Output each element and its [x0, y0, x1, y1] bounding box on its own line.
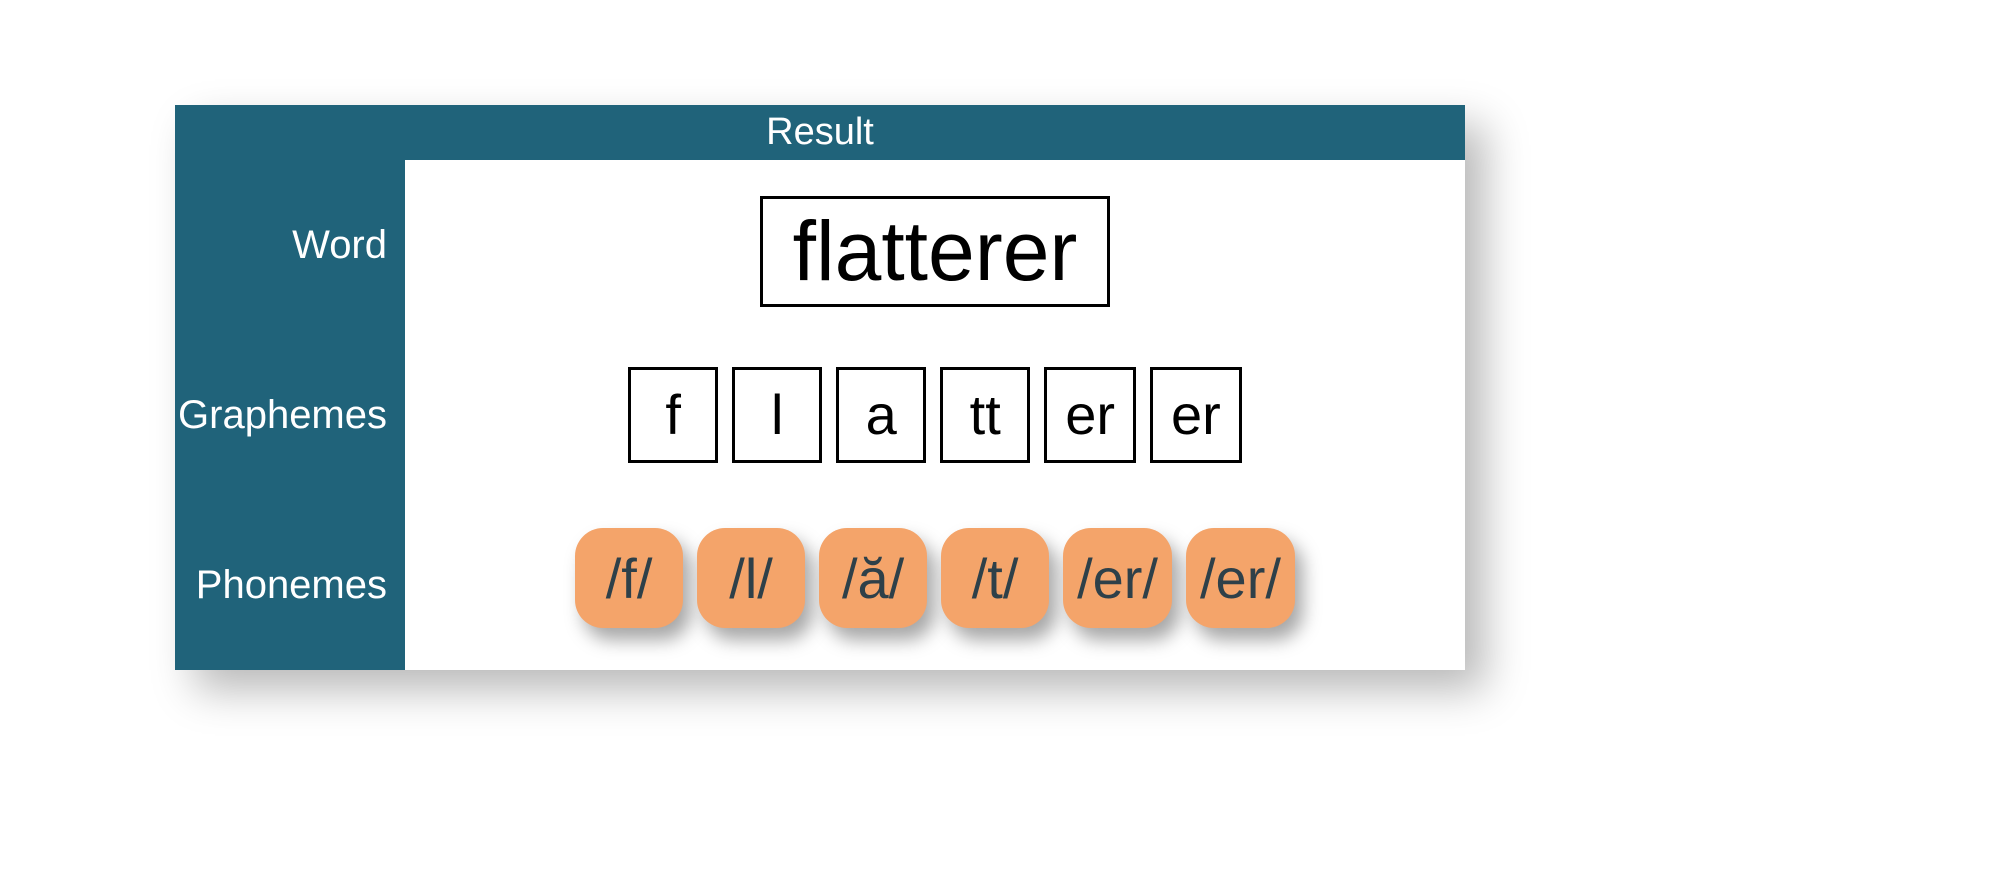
- result-card: Result Word Graphemes Phonemes flatterer…: [175, 105, 1465, 670]
- grapheme-box: er: [1044, 367, 1136, 463]
- card-body: flatterer f l a tt er er /f/ /l/ /ă/ /t/…: [405, 160, 1465, 670]
- label-graphemes: Graphemes: [185, 355, 387, 475]
- phoneme-chip[interactable]: /er/: [1186, 528, 1295, 628]
- graphemes-row: f l a tt er er: [405, 355, 1465, 475]
- row-labels: Word Graphemes Phonemes: [175, 160, 405, 670]
- phonemes-row: /f/ /l/ /ă/ /t/ /er/ /er/: [405, 518, 1465, 638]
- phoneme-chip[interactable]: /f/: [575, 528, 683, 628]
- phoneme-chip[interactable]: /er/: [1063, 528, 1172, 628]
- word-row: flatterer: [405, 192, 1465, 312]
- grapheme-box: f: [628, 367, 718, 463]
- label-phonemes: Phonemes: [185, 525, 387, 645]
- phoneme-chip[interactable]: /t/: [941, 528, 1049, 628]
- canvas: Result Word Graphemes Phonemes flatterer…: [0, 0, 2000, 888]
- phoneme-chip[interactable]: /ă/: [819, 528, 927, 628]
- grapheme-box: l: [732, 367, 822, 463]
- phoneme-chip[interactable]: /l/: [697, 528, 805, 628]
- grapheme-box: tt: [940, 367, 1030, 463]
- grapheme-box: a: [836, 367, 926, 463]
- label-word: Word: [185, 185, 387, 305]
- word-box: flatterer: [760, 196, 1111, 306]
- card-header: Result: [175, 105, 1465, 160]
- grapheme-box: er: [1150, 367, 1242, 463]
